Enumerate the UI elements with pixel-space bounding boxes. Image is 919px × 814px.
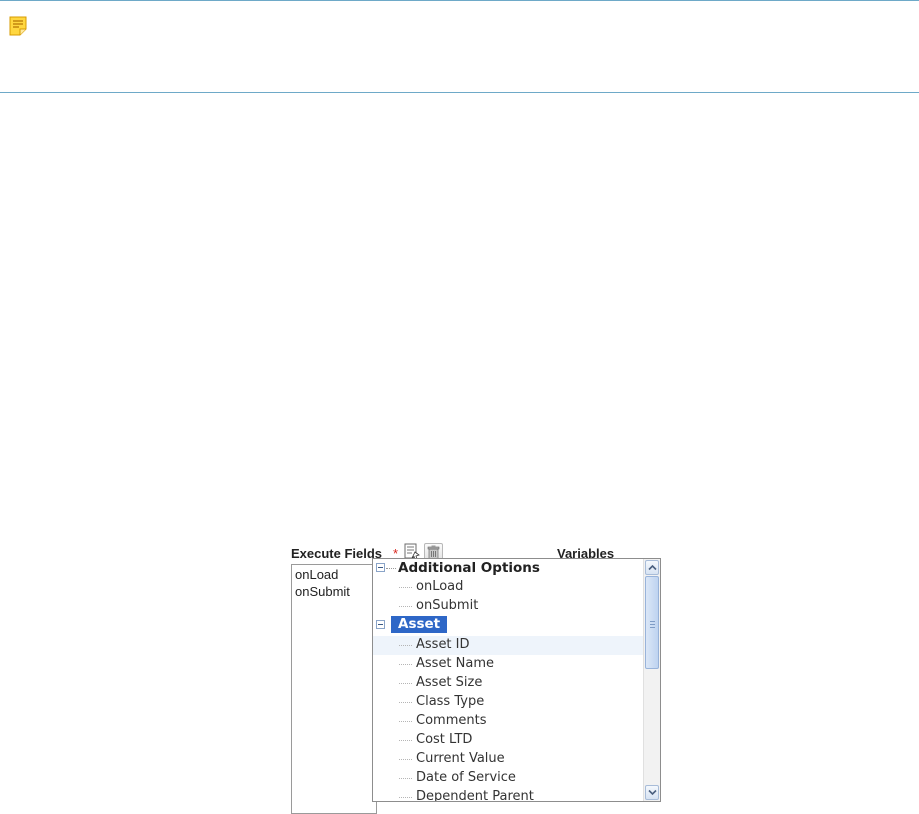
tree-item-label: Date of Service: [416, 770, 516, 785]
tree-item-label: Cost LTD: [416, 732, 473, 747]
tree-item-label: Asset Size: [416, 675, 483, 690]
tree-item[interactable]: Asset Name: [373, 655, 644, 674]
scroll-down-button[interactable]: [645, 785, 659, 800]
tree-item-label: Comments: [416, 713, 487, 728]
tree-connector: [399, 721, 412, 722]
tree-connector: [399, 759, 412, 760]
execute-fields-list[interactable]: onLoad onSubmit: [291, 564, 377, 814]
tree-connector: [399, 702, 412, 703]
tree-connector: [399, 664, 412, 665]
tree-item-label: Current Value: [416, 751, 505, 766]
tree-connector: [399, 645, 412, 646]
tree-item-label: onLoad: [416, 579, 464, 594]
tree-item-label: Asset ID: [416, 637, 470, 652]
tree-item[interactable]: Current Value: [373, 750, 644, 769]
collapse-icon[interactable]: [376, 620, 385, 629]
chevron-down-icon: [648, 789, 657, 796]
tree-group-asset[interactable]: Asset: [373, 616, 644, 635]
tree-connector: [399, 606, 412, 607]
scroll-up-button[interactable]: [645, 560, 659, 575]
scrollbar-thumb[interactable]: [645, 576, 659, 669]
tree-item[interactable]: onLoad: [373, 578, 644, 597]
tree-item-label: Asset Name: [416, 656, 495, 671]
tree-item-label: Dependent Parent: [416, 789, 534, 802]
tree-connector: [386, 568, 396, 569]
note-icon[interactable]: [9, 16, 27, 36]
tree-connector: [399, 740, 412, 741]
tree-item-label: onSubmit: [416, 598, 479, 613]
chevron-up-icon: [648, 564, 657, 571]
grip-icon: [650, 621, 655, 628]
tree-group-label: Additional Options: [398, 560, 540, 576]
tree-item[interactable]: Asset Size: [373, 674, 644, 693]
tree-item-label: Class Type: [416, 694, 485, 709]
list-item[interactable]: onSubmit: [295, 584, 350, 599]
note-bar: [0, 0, 919, 93]
tree-group-label-selected: Asset: [391, 616, 448, 633]
tree-connector: [399, 683, 412, 684]
tree-item[interactable]: Comments: [373, 712, 644, 731]
variables-tree-dropdown[interactable]: Additional Options onLoad onSubmit Asset…: [372, 558, 661, 802]
tree-item[interactable]: Cost LTD: [373, 731, 644, 750]
tree-connector: [399, 778, 412, 779]
collapse-icon[interactable]: [376, 563, 385, 572]
tree-connector: [399, 587, 412, 588]
execute-fields-label: Execute Fields: [291, 546, 383, 561]
tree-item[interactable]: Class Type: [373, 693, 644, 712]
tree-item[interactable]: Dependent Parent: [373, 788, 644, 802]
tree-item[interactable]: onSubmit: [373, 597, 644, 616]
tree-connector: [399, 797, 412, 798]
vertical-scrollbar[interactable]: [643, 559, 660, 801]
tree-group-additional-options[interactable]: Additional Options: [373, 559, 644, 578]
list-item[interactable]: onLoad: [295, 567, 338, 582]
tree-item-hovered[interactable]: Asset ID: [373, 636, 644, 655]
tree-item[interactable]: Date of Service: [373, 769, 644, 788]
